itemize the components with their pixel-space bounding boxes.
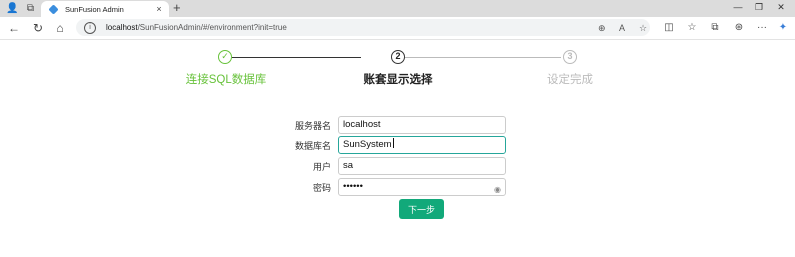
url-path: /SunFusionAdmin/#/environment?init=true (137, 23, 287, 32)
copilot-icon[interactable]: ✦ (777, 22, 789, 33)
profile-icon[interactable]: 👤 (6, 2, 19, 15)
site-favicon-icon (48, 3, 59, 15)
favorite-icon[interactable]: ☆ (639, 23, 647, 34)
more-icon[interactable]: ··· (756, 22, 768, 33)
browser-tab[interactable]: SunFusion Admin × (41, 1, 169, 17)
password-input[interactable]: •••••• ◉ (338, 178, 506, 196)
browser-nav-bar: ← ↻ ⌂ i localhost/SunFusionAdmin/#/envir… (0, 17, 795, 40)
user-input[interactable]: sa (338, 157, 506, 175)
database-label: 数据库名 (294, 141, 331, 151)
url-host: localhost (106, 23, 138, 32)
back-icon[interactable]: ← (7, 21, 21, 35)
site-info-icon[interactable]: i (84, 21, 96, 34)
home-icon[interactable]: ⌂ (53, 21, 67, 35)
tab-title: SunFusion Admin (65, 4, 124, 14)
zoom-icon[interactable]: ⊕ (598, 23, 606, 34)
step-3-number: 3 (563, 50, 577, 64)
workspaces-icon[interactable]: ⧉ (24, 2, 37, 15)
password-label: 密码 (312, 183, 331, 193)
database-row: 数据库名 SunSystem (0, 136, 795, 154)
read-aloud-icon[interactable]: A (619, 23, 625, 33)
browser-tab-bar: 👤 ⧉ SunFusion Admin × + — ❐ ✕ (0, 0, 795, 17)
extensions-icon[interactable]: ⊛ (733, 22, 745, 33)
database-input-value: SunSystem (343, 139, 392, 150)
collections-icon[interactable]: ⧉ (709, 22, 721, 33)
password-input-value: •••••• (343, 181, 363, 192)
step-1-check-icon: ✓ (218, 50, 232, 64)
database-input[interactable]: SunSystem (338, 136, 506, 154)
refresh-icon[interactable]: ↻ (31, 21, 45, 35)
user-row: 用户 sa (0, 157, 795, 175)
restore-button[interactable]: ❐ (752, 2, 766, 13)
address-bar[interactable]: i localhost/SunFusionAdmin/#/environment… (76, 19, 650, 36)
next-step-button[interactable]: 下一步 (399, 199, 444, 219)
server-input[interactable]: localhost (338, 116, 506, 134)
user-label: 用户 (312, 162, 331, 172)
step-connector-1 (232, 57, 361, 58)
step-1-label: 连接SQL数据库 (185, 74, 267, 86)
url-text: localhost/SunFusionAdmin/#/environment?i… (106, 23, 287, 32)
password-row: 密码 •••••• ◉ (0, 178, 795, 196)
text-caret (392, 138, 394, 148)
step-2-label: 账套显示选择 (363, 74, 433, 86)
setup-stepper: ✓ 2 3 连接SQL数据库 账套显示选择 设定完成 (0, 47, 795, 87)
close-window-button[interactable]: ✕ (774, 2, 788, 13)
split-screen-icon[interactable]: ◫ (663, 22, 675, 33)
step-3-label: 设定完成 (547, 74, 593, 86)
step-connector-2 (405, 57, 561, 58)
server-row: 服务器名 localhost (0, 116, 795, 134)
tab-close-icon[interactable]: × (154, 4, 164, 14)
server-label: 服务器名 (294, 121, 331, 131)
favorites-icon[interactable]: ☆ (686, 22, 698, 33)
step-2-number: 2 (391, 50, 405, 64)
eye-icon[interactable]: ◉ (494, 182, 501, 198)
minimize-button[interactable]: — (731, 2, 745, 12)
new-tab-button[interactable]: + (173, 1, 181, 15)
